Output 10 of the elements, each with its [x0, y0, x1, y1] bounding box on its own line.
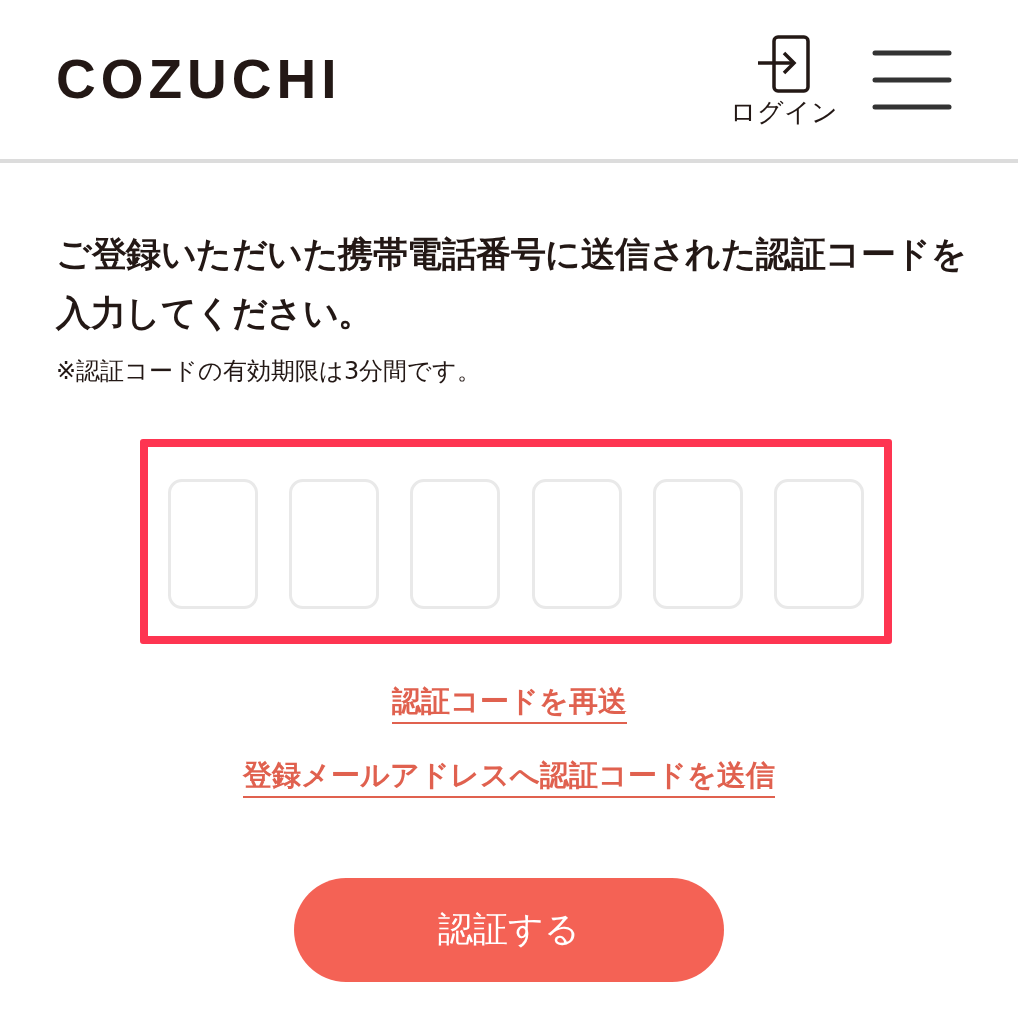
resend-link[interactable]: 登録メールアドレスへ認証コードを送信 — [243, 757, 775, 798]
logo[interactable]: COZUCHI — [56, 52, 342, 107]
verify-button[interactable]: 認証する — [294, 877, 724, 982]
expiry-note: ※認証コードの有効期限は3分間です。 — [56, 356, 483, 387]
login-button[interactable]: ログイン — [730, 34, 838, 125]
menu-button[interactable] — [872, 48, 952, 111]
resend-link[interactable]: 認証コードを再送 — [391, 684, 627, 724]
menu-icon — [872, 48, 952, 111]
instruction-text: ご登録いただいた携帯電話番号に送信された認証コードを入力してください。 — [56, 233, 967, 335]
login-icon — [756, 34, 812, 95]
